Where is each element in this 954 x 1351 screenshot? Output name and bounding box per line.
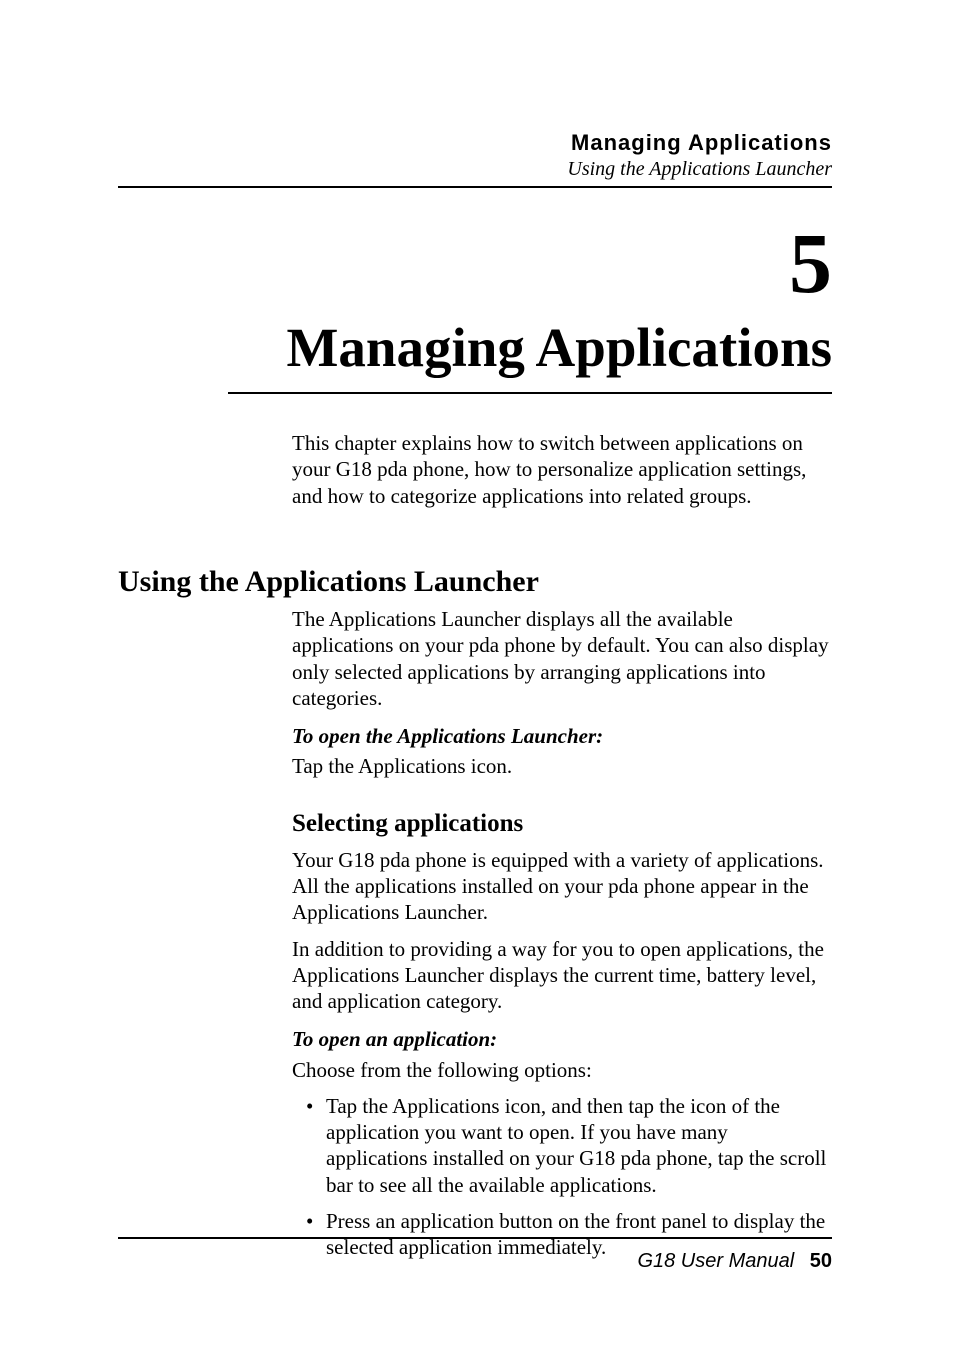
subsection-p2: In addition to providing a way for you t… — [292, 936, 832, 1015]
bullet-list: Tap the Applications icon, and then tap … — [292, 1093, 832, 1261]
section-body: The Applications Launcher displays all t… — [292, 606, 832, 1270]
chapter-intro-block: This chapter explains how to switch betw… — [292, 430, 832, 519]
section-heading-using-launcher: Using the Applications Launcher — [118, 565, 539, 599]
footer-rule — [118, 1237, 832, 1239]
procedure-label-open-launcher: To open the Applications Launcher: — [292, 723, 832, 749]
page: Managing Applications Using the Applicat… — [0, 0, 954, 1351]
subsection-p1: Your G18 pda phone is equipped with a va… — [292, 847, 832, 926]
procedure-text-choose-options: Choose from the following options: — [292, 1057, 832, 1083]
footer-manual-name: G18 User Manual — [637, 1250, 794, 1272]
subsection-heading-selecting-apps: Selecting applications — [292, 808, 832, 839]
header-rule — [118, 186, 832, 188]
chapter-rule — [228, 392, 832, 394]
header-section-title: Using the Applications Launcher — [567, 158, 832, 181]
procedure-label-open-app: To open an application: — [292, 1026, 832, 1052]
running-header: Managing Applications Using the Applicat… — [567, 130, 832, 181]
list-item: Tap the Applications icon, and then tap … — [326, 1093, 832, 1198]
header-chapter-title: Managing Applications — [567, 130, 832, 156]
chapter-title: Managing Applications — [286, 316, 832, 379]
section-intro: The Applications Launcher displays all t… — [292, 606, 832, 711]
chapter-number: 5 — [789, 213, 832, 313]
footer: G18 User Manual 50 — [637, 1250, 832, 1273]
chapter-intro-text: This chapter explains how to switch betw… — [292, 430, 832, 509]
footer-page-number: 50 — [810, 1250, 832, 1272]
procedure-text-tap-icon: Tap the Applications icon. — [292, 753, 832, 779]
